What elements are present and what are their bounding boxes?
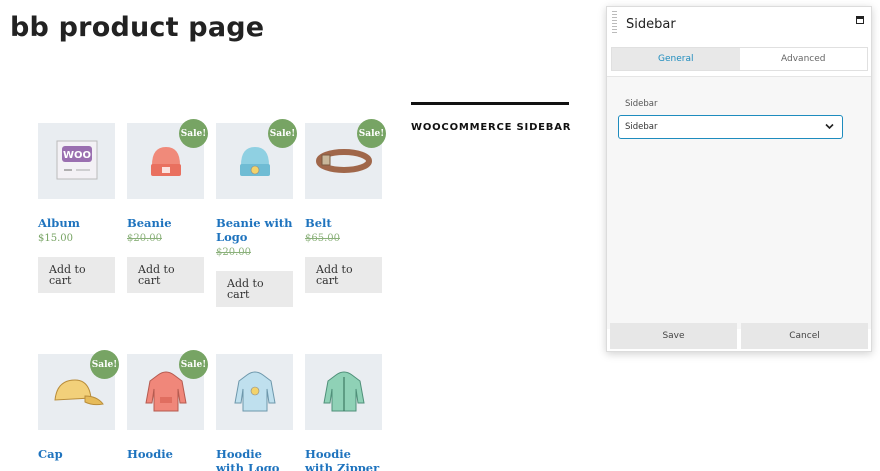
product-image[interactable]: Sale! (127, 350, 208, 430)
product-card: WOO Album $15.00 Add to cart (38, 123, 115, 293)
cap-icon (53, 379, 104, 406)
panel-footer: Save Cancel (607, 323, 871, 351)
product-name[interactable]: Hoodie with Zipper (305, 447, 382, 471)
panel-body: Sidebar Sidebar (607, 76, 871, 329)
product-image[interactable] (305, 354, 382, 430)
product-name[interactable]: Cap (38, 447, 115, 461)
widget-title: WOOCOMMERCE SIDEBAR (411, 122, 572, 133)
select-value: Sidebar (625, 122, 658, 132)
tab-general[interactable]: General (612, 48, 740, 70)
widget-divider (411, 102, 569, 105)
sidebar-field-label: Sidebar (625, 99, 658, 109)
product-image[interactable]: WOO (38, 123, 115, 199)
add-to-cart-button[interactable]: Add to cart (127, 257, 204, 293)
panel-title: Sidebar (626, 17, 676, 32)
product-grid: WOO Album $15.00 Add to cart Sale! Beani… (38, 119, 388, 471)
woo-album-icon: WOO (56, 140, 97, 180)
cancel-button[interactable]: Cancel (741, 323, 868, 349)
sale-badge: Sale! (90, 350, 119, 379)
product-name[interactable]: Album (38, 216, 115, 230)
panel-header[interactable]: Sidebar (607, 7, 871, 45)
product-old-price: $65.00 (305, 233, 340, 244)
product-name[interactable]: Hoodie (127, 447, 204, 461)
panel-tabs: General Advanced (611, 47, 868, 71)
chevron-down-icon (825, 123, 834, 130)
product-image[interactable] (216, 354, 293, 430)
product-old-price: $20.00 (127, 233, 162, 244)
product-card: Sale! Cap (38, 350, 119, 461)
product-name[interactable]: Beanie (127, 216, 204, 230)
product-card: Sale! Hoodie (127, 350, 208, 461)
beanie-logo-icon (239, 147, 270, 176)
sale-badge: Sale! (268, 119, 297, 148)
product-image[interactable]: Sale! (216, 119, 297, 199)
product-name[interactable]: Hoodie with Logo (216, 447, 293, 471)
add-to-cart-button[interactable]: Add to cart (216, 271, 293, 307)
product-card: Sale! Beanie $20.00 Add to cart (127, 119, 208, 293)
belt-icon (315, 149, 372, 173)
window-icon[interactable] (856, 16, 864, 24)
product-image[interactable]: Sale! (305, 119, 386, 199)
sale-badge: Sale! (179, 119, 208, 148)
tab-advanced[interactable]: Advanced (740, 48, 868, 70)
product-name[interactable]: Belt (305, 216, 382, 230)
page-title: bb product page (10, 12, 265, 43)
svg-text:WOO: WOO (62, 150, 90, 161)
product-card: Hoodie with Logo (216, 354, 293, 471)
product-name[interactable]: Beanie with Logo (216, 216, 293, 244)
drag-handle-icon[interactable] (612, 11, 617, 33)
product-card: Sale! Beanie with Logo $20.00 Add to car… (216, 119, 297, 307)
product-image[interactable]: Sale! (127, 119, 208, 199)
add-to-cart-button[interactable]: Add to cart (305, 257, 382, 293)
product-old-price: $20.00 (216, 247, 251, 258)
beanie-icon (150, 147, 181, 176)
sidebar-select[interactable]: Sidebar (618, 115, 843, 139)
hoodie-icon (144, 371, 187, 412)
product-card: Sale! Belt $65.00 Add to cart (305, 119, 386, 293)
sale-badge: Sale! (357, 119, 386, 148)
product-image[interactable]: Sale! (38, 350, 119, 430)
product-card: Hoodie with Zipper (305, 354, 382, 471)
settings-panel: Sidebar General Advanced Sidebar Sidebar… (606, 6, 872, 352)
sale-badge: Sale! (179, 350, 208, 379)
add-to-cart-button[interactable]: Add to cart (38, 257, 115, 293)
save-button[interactable]: Save (610, 323, 737, 349)
hoodie-zipper-icon (322, 371, 365, 412)
hoodie-logo-icon (233, 371, 276, 412)
product-price: $15.00 (38, 233, 73, 244)
